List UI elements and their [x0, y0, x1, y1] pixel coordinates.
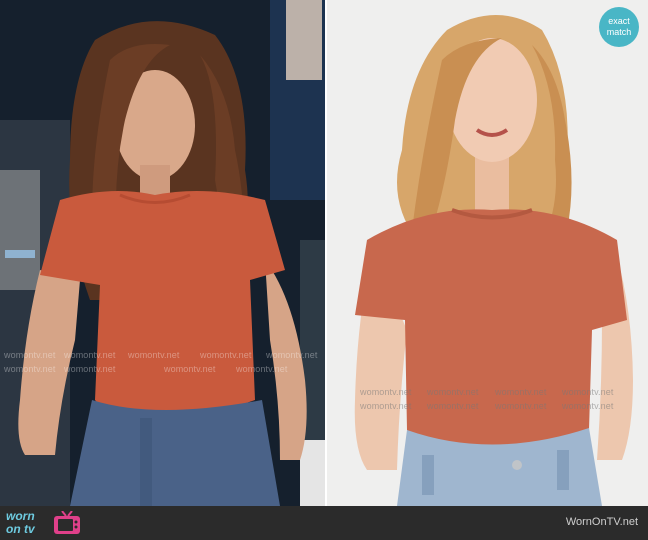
watermark-right-2a: womontv.net: [360, 401, 412, 411]
watermark-left-1b: womontv.net: [64, 350, 116, 360]
wornontv-logo[interactable]: worn on tv: [6, 508, 86, 538]
watermark-right-1d: womontv.net: [562, 387, 614, 397]
exact-match-badge: exact match: [599, 7, 639, 47]
watermark-right-2c: womontv.net: [495, 401, 547, 411]
logo-text-worn: worn: [6, 509, 35, 523]
tv-icon: [52, 511, 82, 535]
product-photo: womontv.net womontv.net womontv.net womo…: [327, 0, 648, 506]
badge-line-2: match: [606, 27, 632, 37]
watermark-left-2b: womontv.net: [64, 364, 116, 374]
badge-line-1: exact: [608, 16, 630, 26]
watermark-right-2b: womontv.net: [427, 401, 479, 411]
watermark-left-1e: womontv.net: [266, 350, 318, 360]
watermark-right-2d: womontv.net: [562, 401, 614, 411]
watermark-right-1c: womontv.net: [495, 387, 547, 397]
watermark-left-2d: womontv.net: [236, 364, 288, 374]
product-photo-illustration: [327, 0, 648, 506]
footer-bar: [0, 506, 648, 540]
watermark-left-1c: womontv.net: [128, 350, 180, 360]
watermark-left-1d: womontv.net: [200, 350, 252, 360]
watermark-left-2a: womontv.net: [4, 364, 56, 374]
tv-still-photo: womontv.net womontv.net womontv.net womo…: [0, 0, 325, 506]
site-credit: WornOnTV.net: [565, 516, 638, 528]
watermark-left-2c: womontv.net: [164, 364, 216, 374]
watermark-right-1a: womontv.net: [360, 387, 412, 397]
watermark-right-1b: womontv.net: [427, 387, 479, 397]
logo-text-on-tv: on tv: [6, 522, 35, 536]
watermark-left-1a: womontv.net: [4, 350, 56, 360]
tv-still-illustration: [0, 0, 325, 506]
